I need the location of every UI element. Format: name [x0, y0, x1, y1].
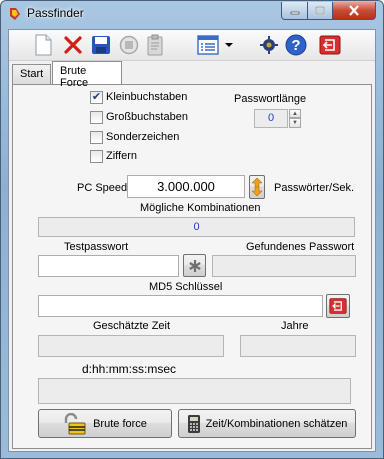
test-password-label: Testpasswort	[64, 241, 129, 253]
md5-input[interactable]	[38, 295, 323, 317]
help-icon: ?	[285, 34, 307, 56]
view-button[interactable]	[195, 33, 221, 57]
settings-button[interactable]	[257, 33, 281, 57]
digits-checkbox[interactable]	[90, 150, 103, 163]
calculator-icon	[187, 414, 200, 433]
minimize-button[interactable]	[281, 2, 308, 20]
new-file-icon	[35, 34, 52, 56]
pc-speed-label: PC Speed	[77, 182, 128, 194]
lowercase-checkbox[interactable]: ✔	[90, 91, 103, 104]
estimated-time-field	[38, 335, 224, 357]
save-icon	[92, 36, 110, 54]
paste-button[interactable]	[143, 33, 167, 57]
arrow-up-icon	[252, 178, 262, 187]
test-password-input[interactable]	[38, 255, 179, 277]
client-area: ? Start Brute Force ✔ Kleinbuchstaben Gr…	[8, 29, 376, 452]
show-password-button[interactable]	[183, 254, 206, 277]
minimize-icon	[290, 11, 299, 14]
close-icon	[349, 5, 359, 16]
special-checkbox[interactable]	[90, 131, 103, 144]
svg-text:?: ?	[291, 37, 300, 54]
window-title: Passfinder	[27, 6, 84, 20]
stop-icon	[119, 35, 139, 55]
asterisk-icon	[188, 259, 201, 272]
password-length-field[interactable]: 0	[254, 109, 288, 128]
uppercase-label: Großbuchstaben	[106, 111, 188, 123]
md5-action-button[interactable]	[326, 294, 350, 318]
chevron-down-icon	[225, 43, 233, 47]
tab-brute-force[interactable]: Brute Force	[52, 61, 122, 89]
md5-label: MD5 Schlüssel	[149, 281, 223, 293]
brute-force-panel: ✔ Kleinbuchstaben Großbuchstaben Sonderz…	[12, 84, 372, 449]
combinations-field: 0	[38, 217, 355, 237]
delete-icon	[64, 36, 82, 54]
years-label: Jahre	[281, 320, 309, 332]
settings-icon	[260, 36, 278, 54]
toolbar: ?	[9, 30, 375, 61]
speed-unit-label: Passwörter/Sek.	[274, 182, 355, 194]
exit-icon	[319, 35, 341, 55]
lowercase-label: Kleinbuchstaben	[106, 91, 188, 103]
tab-strip: Start Brute Force	[9, 61, 375, 89]
password-length-up[interactable]: ▲	[289, 109, 301, 118]
help-button[interactable]: ?	[284, 33, 308, 57]
estimate-button[interactable]: Zeit/Kombinationen schätzen	[178, 409, 356, 438]
save-button[interactable]	[89, 33, 113, 57]
arrow-down-icon	[252, 187, 262, 196]
close-button[interactable]	[332, 2, 376, 20]
password-length-down[interactable]: ▼	[289, 118, 301, 128]
exit-icon	[329, 298, 347, 314]
estimate-label: Zeit/Kombinationen schätzen	[205, 417, 348, 430]
brute-force-label: Brute force	[93, 417, 147, 430]
password-length-label: Passwortlänge	[234, 93, 307, 105]
special-label: Sonderzeichen	[106, 131, 180, 143]
maximize-icon	[315, 5, 325, 15]
stop-button[interactable]	[117, 33, 141, 57]
delete-button[interactable]	[61, 33, 85, 57]
found-password-label: Gefundenes Passwort	[246, 241, 355, 253]
exit-button[interactable]	[318, 33, 342, 57]
time-format-label: d:hh:mm:ss:msec	[82, 362, 177, 376]
digits-label: Ziffern	[106, 150, 137, 162]
uppercase-checkbox[interactable]	[90, 111, 103, 124]
tab-start[interactable]: Start	[12, 64, 52, 84]
new-button[interactable]	[31, 33, 55, 57]
brute-force-button[interactable]: Brute force	[38, 409, 172, 438]
view-dropdown-button[interactable]	[223, 33, 235, 57]
maximize-button[interactable]	[307, 2, 333, 20]
pc-speed-input[interactable]: 3.000.000	[127, 175, 245, 198]
title-bar[interactable]: Passfinder	[1, 1, 383, 27]
app-window: Passfinder ? Start Brute Force ✔ Kleinbu…	[0, 0, 384, 459]
pc-speed-spinner[interactable]	[249, 175, 265, 199]
years-field	[240, 335, 356, 357]
combinations-label: Mögliche Kombinationen	[140, 202, 261, 214]
estimated-time-label: Geschätzte Zeit	[93, 320, 171, 332]
found-password-field	[212, 255, 356, 277]
clipboard-icon	[147, 34, 163, 56]
unlock-icon	[64, 412, 86, 434]
list-view-icon	[197, 35, 219, 55]
result-bar	[38, 378, 351, 404]
app-icon	[10, 8, 20, 20]
